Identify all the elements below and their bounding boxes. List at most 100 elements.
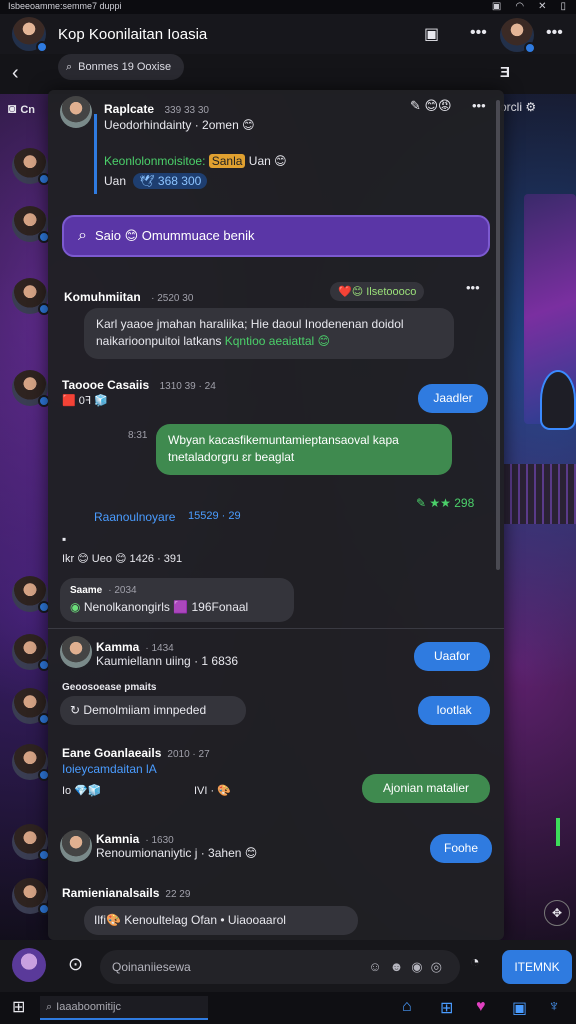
search-icon: ⌕ (66, 60, 73, 73)
pinned-message[interactable]: ⌕ Saio 😊 Omummuace benik (62, 215, 490, 257)
more-icon[interactable]: ••• (466, 280, 480, 295)
message-line-2: naikarioonpuitoi latkans Kqntioo aeaiatt… (96, 334, 330, 349)
reply-bubble[interactable]: Uaafor (414, 642, 490, 672)
message-row: Komuhmiitan · 2520 30 ❤️😊 Ilsetoooco •••… (48, 280, 504, 360)
quote-bar (94, 114, 97, 194)
sender-name: Raanoulnoyare (94, 510, 176, 524)
timestamp: 8:31 (128, 430, 148, 441)
tag-chip[interactable]: 🕊 368 300 (133, 173, 208, 189)
message-bubble: ↻ Demolmiiam imnpeded (60, 696, 246, 726)
status-bar: Isbeeoamme:semme7 duppi ▣ ◠ ✕ ▯ (0, 0, 576, 14)
avatar-right[interactable] (500, 18, 536, 54)
message-bubble: Saame · 2034 ◉ Nenolkanongirls 🟪 196Fonaa… (60, 578, 294, 622)
contact-avatar[interactable] (12, 148, 50, 185)
message-text: Kaumiellann uiing · 1 6836 (96, 654, 239, 668)
contact-avatar[interactable] (12, 878, 50, 915)
reply-bubble[interactable]: Foohe (430, 834, 492, 864)
timestamp: · 2520 30 (151, 293, 194, 304)
message-text: Renoumionaniytic j · 3ahen 😊 (96, 846, 258, 860)
message-row: Taoooe Casaiis 1310 39 · 24 🟥 0ꟻ 🧊 Jaadl… (48, 372, 504, 422)
reply-bubble[interactable]: Ajonian matalier (362, 774, 490, 804)
start-icon[interactable]: ⊞ (12, 997, 25, 1017)
status-text: Isbeeoamme:semme7 duppi (8, 1, 122, 11)
sticker-icon[interactable]: ◔ (470, 954, 480, 972)
toolbar-right-icon[interactable]: Ǝ (500, 64, 510, 81)
message-bubble: Karl yaaoe jmahan haraliika; Hie daoul I… (84, 308, 454, 359)
send-button[interactable]: ITEMNK (502, 950, 572, 984)
message-row: ▪ Ikr 😊 Ueo 😊 1426 · 391 (48, 532, 504, 572)
chat-panel: Raplcate 339 33 30 Ueodorhindainty · 2om… (48, 90, 504, 940)
window-icon: ▣ (491, 1, 502, 12)
contact-avatar[interactable] (12, 688, 50, 725)
emoji-row: 🟥 0ꟻ 🧊 (62, 395, 108, 407)
message-row: Kamma · 1434 Kaumiellann uiing · 1 6836 U… (48, 632, 504, 676)
message-line: ◉ Nenolkanongirls 🟪 196Fonaal (70, 599, 249, 614)
more-icon[interactable]: ••• (470, 24, 487, 42)
contact-avatar[interactable] (12, 824, 50, 861)
avatar[interactable] (12, 17, 48, 53)
doc-icon: ▪ (62, 532, 67, 546)
contact-avatar[interactable] (12, 576, 50, 613)
reaction-badge[interactable]: ❤️😊 Ilsetoooco (330, 282, 425, 301)
more-icon-right[interactable]: ••• (546, 24, 563, 42)
message-row: 8:31 Wbyan kacasfikemuntamieptansaoval k… (48, 424, 504, 488)
avatar[interactable] (60, 96, 92, 128)
contact-avatar[interactable] (12, 744, 50, 781)
highlight-orange: Sanla (208, 154, 246, 168)
attach-icon[interactable]: ⊙ (68, 954, 83, 975)
sender-name: Geoosoease pmaits (62, 682, 157, 693)
search-text: Bonmes 19 Ooxise (78, 61, 172, 73)
reply-bubble[interactable]: Iootlak (418, 696, 490, 726)
online-badge-right (524, 42, 536, 54)
app-icon: ◉ (70, 599, 81, 614)
headset-art (540, 370, 576, 430)
reply-bubble[interactable]: Jaadler (418, 384, 488, 414)
avatar[interactable] (12, 948, 46, 982)
app-icon[interactable]: ▣ (512, 998, 527, 1018)
heart-icon[interactable]: ♥ (476, 998, 486, 1016)
window-title: Kop Koonilaitan Ioasia (58, 25, 208, 43)
message-row: Ramienianalsails 22 29 Ilfi🎨 Kenoultelag … (48, 880, 504, 940)
back-icon[interactable]: ‹ (12, 62, 19, 85)
emoji-icon[interactable]: ☺☻◉◎ (368, 959, 450, 975)
message-line-2: tnetaladorgru ɛr beaglat (168, 450, 295, 465)
avatar[interactable] (60, 830, 92, 862)
windows-icon[interactable]: ⊞ (440, 998, 453, 1018)
search-input[interactable]: ⌕ Bonmes 19 Ooxise (58, 54, 184, 80)
battery-icon: ▯ (560, 1, 566, 12)
volume-indicator (556, 818, 560, 846)
message-text: Ueodorhindainty · 2omen 😊 (104, 118, 255, 132)
taskbar-search[interactable]: ⌕ Iaaaboomitijc (40, 996, 208, 1020)
home-icon[interactable]: ⌂ (402, 998, 412, 1016)
message-input[interactable]: Qoinaniiesewa ☺☻◉◎ (100, 950, 460, 984)
sender-name: Komuhmiitan (64, 290, 141, 304)
keyboard-art (504, 464, 576, 524)
move-icon[interactable]: ✥ (544, 900, 570, 926)
message-line3: Uan (104, 174, 127, 188)
sender-name: Taoooe Casaiis (62, 378, 150, 392)
sender-name: Raplcate (104, 102, 155, 116)
contact-avatar[interactable] (12, 370, 50, 407)
message-tail: Uan 😊 (245, 154, 287, 168)
message-bubble: Wbyan kacasfikemuntamieptansaoval kapa t… (156, 424, 452, 475)
message-line: Karl yaaoe jmahan haraliika; Hie daoul I… (96, 317, 404, 331)
contact-avatar[interactable] (12, 278, 50, 315)
timestamp: 15529 · 29 (188, 510, 241, 522)
contact-avatar[interactable] (12, 634, 50, 671)
timestamp: 1310 39 · 24 (159, 381, 216, 392)
message-bubble: Ilfi🎨 Kenoultelag Ofan • Uiaooaarol (84, 906, 358, 936)
close-icon[interactable]: ✕ (538, 1, 546, 12)
timestamp: 339 33 30 (164, 105, 209, 116)
search-icon: ⌕ (46, 1000, 53, 1013)
trident-icon[interactable]: ♆ (548, 998, 560, 1016)
refresh-icon: ↻ (70, 703, 81, 717)
bookmark-icon[interactable]: ▣ (424, 24, 439, 44)
online-badge (36, 41, 48, 53)
avatar[interactable] (60, 636, 92, 668)
contact-avatar[interactable] (12, 206, 50, 243)
more-icon[interactable]: ••• (472, 98, 486, 113)
reaction-icons[interactable]: ✎ 😊😡 (410, 98, 452, 114)
search-icon: ⌕ (78, 227, 87, 244)
scrollbar[interactable] (496, 100, 500, 570)
message-row: Raanoulnoyare 15529 · 29 (48, 508, 504, 528)
